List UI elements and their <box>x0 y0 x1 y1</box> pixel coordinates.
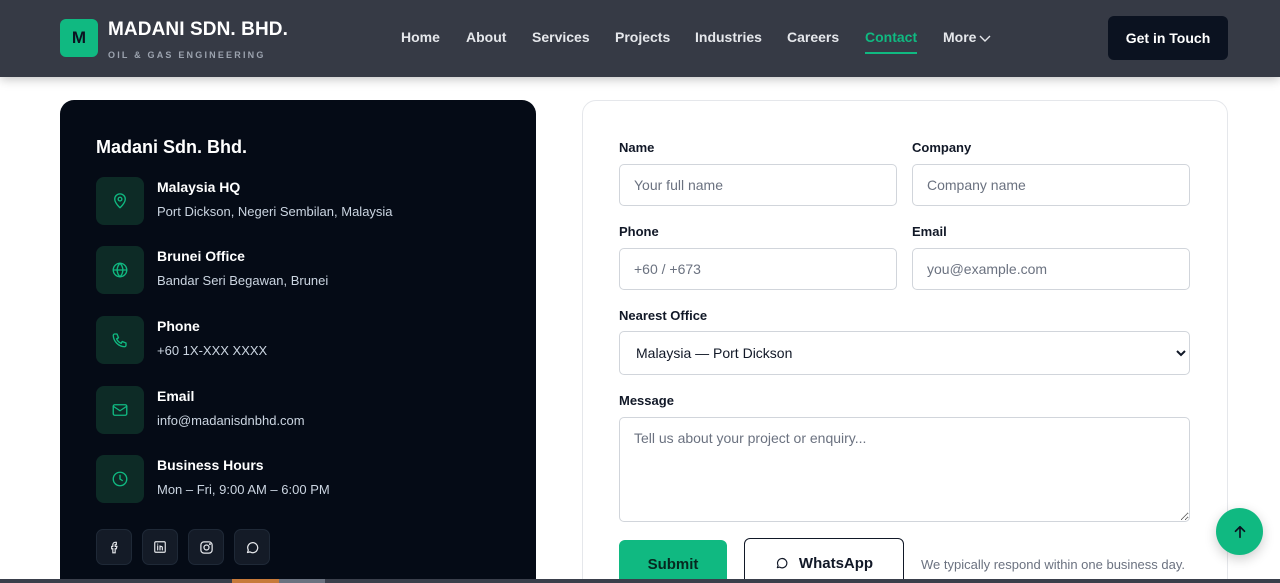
logo-mark[interactable]: M <box>60 19 98 57</box>
info-label: Phone <box>157 318 200 334</box>
map-pin-icon <box>96 177 144 225</box>
whatsapp-icon[interactable] <box>234 529 270 565</box>
get-in-touch-button[interactable]: Get in Touch <box>1108 16 1228 60</box>
nearest-office-label: Nearest Office <box>619 308 708 323</box>
nav-contact-label: Contact <box>865 29 918 45</box>
info-value: Mon – Fri, 9:00 AM – 6:00 PM <box>157 482 330 497</box>
info-item-phone: Phone +60 1X-XXX XXXX <box>96 316 516 366</box>
info-label: Email <box>157 388 195 404</box>
info-item-business-hours: Business Hours Mon – Fri, 9:00 AM – 6:00… <box>96 455 516 505</box>
facebook-icon[interactable] <box>96 529 132 565</box>
company-label: Company <box>912 140 972 155</box>
info-value: Bandar Seri Begawan, Brunei <box>157 273 329 288</box>
nav-industries[interactable]: Industries <box>695 29 762 45</box>
phone-label: Phone <box>619 224 659 239</box>
mail-icon <box>96 386 144 434</box>
response-time-note: We typically respond within one business… <box>921 557 1185 572</box>
whatsapp-button-label: WhatsApp <box>798 554 874 572</box>
nav-contact[interactable]: Contact <box>865 29 918 54</box>
chevron-down-icon <box>979 35 991 43</box>
nav-projects[interactable]: Projects <box>615 29 670 45</box>
nav-careers[interactable]: Careers <box>787 29 839 45</box>
info-label: Business Hours <box>157 457 264 473</box>
info-label: Malaysia HQ <box>157 179 241 195</box>
nav-more[interactable]: More <box>943 29 992 45</box>
globe-icon <box>96 246 144 294</box>
contact-form-card: Name Company Phone Email Nearest Office … <box>582 100 1228 583</box>
info-item-email: Email info@madanisdnbhd.com <box>96 386 516 436</box>
nearest-office-select[interactable]: Malaysia — Port Dickson <box>619 331 1190 375</box>
name-input[interactable] <box>619 164 897 206</box>
brand-name[interactable]: MADANI SDN. BHD. <box>108 19 288 41</box>
phone-input[interactable] <box>619 248 897 290</box>
instagram-icon[interactable] <box>188 529 224 565</box>
site-header: M MADANI SDN. BHD. OIL & GAS ENGINEERING… <box>0 0 1280 77</box>
email-input[interactable] <box>912 248 1190 290</box>
nav-more-label: More <box>943 29 977 45</box>
active-underline <box>865 52 918 54</box>
phone-icon <box>96 316 144 364</box>
info-label: Brunei Office <box>157 248 245 264</box>
message-label: Message <box>619 393 674 408</box>
name-label: Name <box>619 140 655 155</box>
submit-button[interactable]: Submit <box>619 540 727 583</box>
company-title: Madani Sdn. Bhd. <box>96 137 247 157</box>
info-item-brunei-office: Brunei Office Bandar Seri Begawan, Brune… <box>96 246 516 296</box>
brand-tagline: OIL & GAS ENGINEERING <box>108 50 266 60</box>
info-item-malaysia-hq: Malaysia HQ Port Dickson, Negeri Sembila… <box>96 177 516 227</box>
whatsapp-button[interactable]: WhatsApp <box>744 538 904 583</box>
bottom-scrollbar <box>0 579 1280 583</box>
back-to-top-button[interactable] <box>1216 508 1263 555</box>
clock-icon <box>96 455 144 503</box>
info-value[interactable]: +60 1X-XXX XXXX <box>157 343 267 358</box>
contact-info-card: Madani Sdn. Bhd. Malaysia HQ Port Dickso… <box>60 100 536 583</box>
info-value[interactable]: info@madanisdnbhd.com <box>157 413 305 428</box>
arrow-up-icon <box>1234 525 1245 538</box>
linkedin-icon[interactable] <box>142 529 178 565</box>
email-label: Email <box>912 224 947 239</box>
message-textarea[interactable] <box>619 417 1190 522</box>
whatsapp-icon <box>776 557 788 569</box>
strip-segment <box>279 579 325 583</box>
strip-segment <box>232 579 279 583</box>
nav-services[interactable]: Services <box>532 29 590 45</box>
info-value: Port Dickson, Negeri Sembilan, Malaysia <box>157 204 393 219</box>
company-input[interactable] <box>912 164 1190 206</box>
nav-about[interactable]: About <box>466 29 506 45</box>
nav-home[interactable]: Home <box>401 29 440 45</box>
